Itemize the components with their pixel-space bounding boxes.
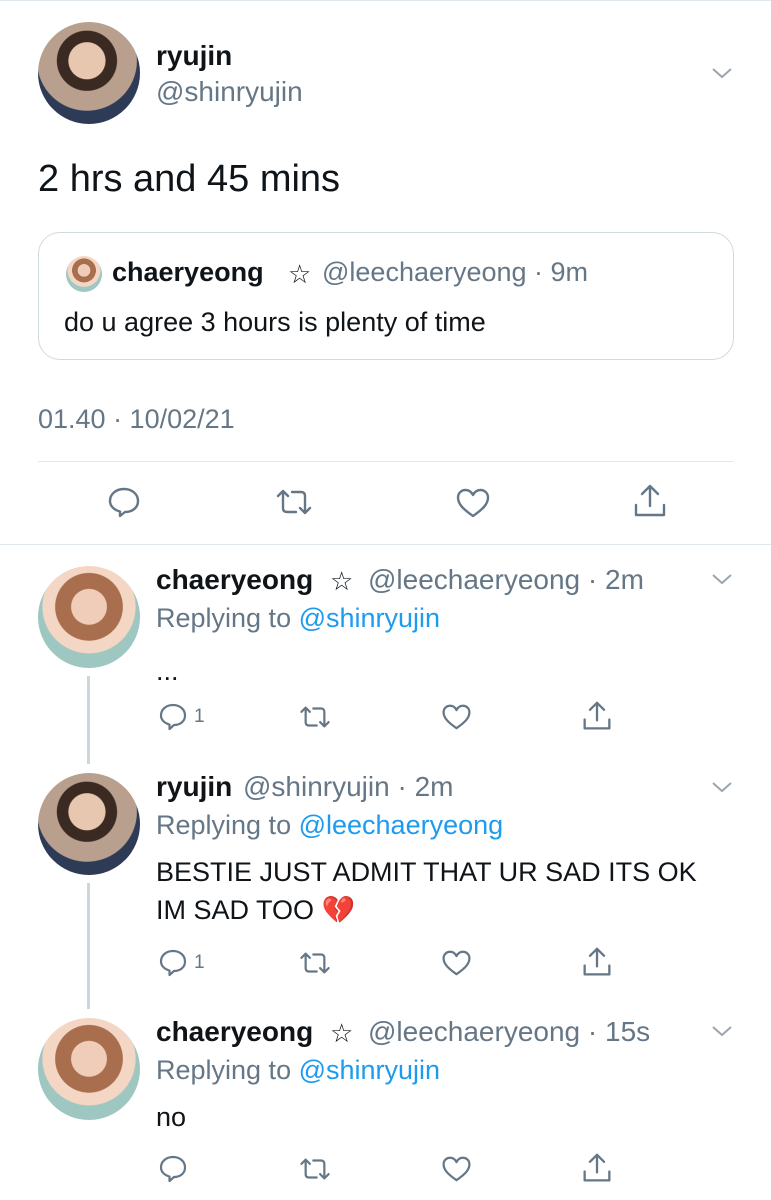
display-name[interactable]: ryujin — [156, 771, 232, 803]
avatar[interactable] — [38, 566, 140, 668]
retweet-icon[interactable] — [298, 950, 332, 976]
replying-to-label: Replying to — [156, 603, 299, 633]
reply-text: ... — [156, 656, 179, 686]
tweet-text: 2 hrs and 45 mins — [38, 158, 341, 200]
avatar — [66, 256, 102, 292]
share-icon[interactable] — [633, 483, 667, 519]
reply-icon[interactable] — [158, 1154, 188, 1184]
avatar[interactable] — [38, 22, 140, 124]
user-handle-meta[interactable]: @leechaeryeong · 15s — [368, 1016, 650, 1048]
quoted-text: do u agree 3 hours is plenty of time — [64, 307, 486, 337]
share-icon[interactable] — [582, 946, 612, 978]
divider — [0, 544, 771, 545]
reply-text-line-1: BESTIE JUST ADMIT THAT UR SAD ITS OK — [156, 857, 697, 887]
thread-line — [87, 883, 90, 1009]
retweet-icon[interactable] — [274, 487, 314, 517]
reply-icon[interactable] — [158, 948, 188, 978]
chevron-down-icon[interactable] — [711, 776, 733, 798]
chevron-down-icon[interactable] — [711, 568, 733, 590]
user-handle[interactable]: @shinryujin — [156, 76, 303, 108]
star-badge: ☆ — [330, 1018, 354, 1048]
share-icon[interactable] — [582, 1152, 612, 1184]
user-handle-meta[interactable]: @leechaeryeong · 2m — [368, 564, 644, 596]
like-icon[interactable] — [455, 487, 491, 519]
avatar[interactable] — [38, 773, 140, 875]
reply-icon[interactable] — [107, 485, 141, 519]
thread-line — [87, 676, 90, 764]
replying-to: Replying to @shinryujin — [156, 1055, 440, 1086]
replying-to: Replying to @leechaeryeong — [156, 810, 503, 841]
quoted-meta: @leechaeryeong · 9m — [322, 257, 589, 287]
star-badge: ☆ — [288, 259, 312, 289]
mention-link[interactable]: @shinryujin — [299, 1055, 440, 1085]
replying-to: Replying to @shinryujin — [156, 603, 440, 634]
quoted-tweet[interactable]: chaeryeong ☆ @leechaeryeong · 9m do u ag… — [38, 232, 734, 360]
reply-text: no — [156, 1102, 187, 1132]
reply-count: 1 — [194, 706, 205, 727]
display-name[interactable]: ryujin — [156, 40, 232, 72]
star-badge: ☆ — [330, 566, 354, 596]
top-border — [0, 0, 771, 1]
divider — [38, 461, 733, 462]
mention-link[interactable]: @leechaeryeong — [299, 810, 504, 840]
quoted-display-name: chaeryeong — [112, 257, 264, 287]
share-icon[interactable] — [582, 700, 612, 732]
like-icon[interactable] — [441, 703, 472, 731]
replying-to-label: Replying to — [156, 810, 299, 840]
display-name[interactable]: chaeryeong — [156, 1016, 313, 1048]
avatar[interactable] — [38, 1018, 140, 1120]
reply-text-line-2: IM SAD TOO 💔 — [156, 895, 356, 925]
reply-icon[interactable] — [158, 702, 188, 732]
retweet-icon[interactable] — [298, 1156, 332, 1182]
replying-to-label: Replying to — [156, 1055, 299, 1085]
retweet-icon[interactable] — [298, 704, 332, 730]
chevron-down-icon[interactable] — [711, 62, 733, 84]
display-name[interactable]: chaeryeong — [156, 564, 313, 596]
user-handle-meta[interactable]: @shinryujin · 2m — [243, 771, 453, 803]
mention-link[interactable]: @shinryujin — [299, 603, 440, 633]
like-icon[interactable] — [441, 1155, 472, 1183]
tweet-timestamp[interactable]: 01.40 · 10/02/21 — [38, 404, 235, 435]
like-icon[interactable] — [441, 949, 472, 977]
chevron-down-icon[interactable] — [711, 1020, 733, 1042]
reply-count: 1 — [194, 952, 205, 973]
